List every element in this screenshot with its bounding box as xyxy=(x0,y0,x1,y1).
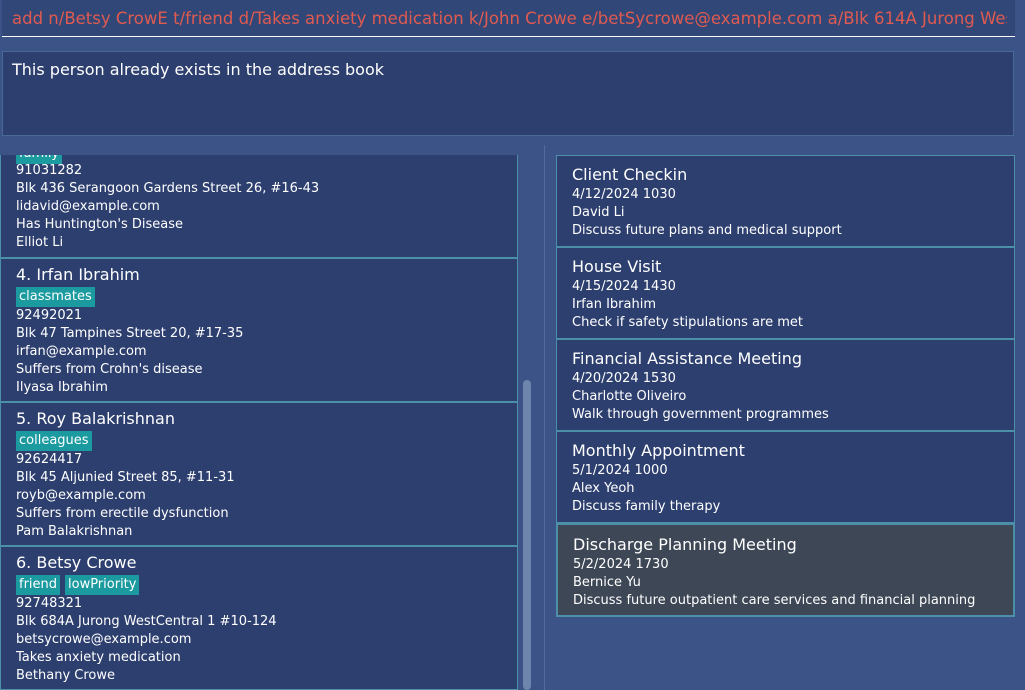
appointment-datetime: 5/1/2024 1000 xyxy=(572,463,668,478)
person-card[interactable]: family 91031282 Blk 436 Serangoon Garden… xyxy=(0,155,518,258)
person-tag: colleagues xyxy=(16,431,92,451)
person-description: Suffers from Crohn's disease xyxy=(16,362,203,377)
appointment-list[interactable]: Client Checkin 4/12/2024 1030 David Li D… xyxy=(556,155,1015,690)
person-tag: lowPriority xyxy=(65,575,140,595)
pane-divider[interactable] xyxy=(544,145,545,690)
person-email: irfan@example.com xyxy=(16,344,147,359)
person-next-of-kin: Elliot Li xyxy=(16,235,64,250)
person-name: 6. Betsy Crowe xyxy=(16,553,137,572)
appointment-person: Charlotte Oliveiro xyxy=(572,389,687,404)
appointment-card-selected[interactable]: Discharge Planning Meeting 5/2/2024 1730… xyxy=(556,523,1015,617)
person-name: 4. Irfan Ibrahim xyxy=(16,265,140,284)
person-name: 5. Roy Balakrishnan xyxy=(16,409,175,428)
appointment-card[interactable]: Monthly Appointment 5/1/2024 1000 Alex Y… xyxy=(556,431,1015,523)
appointment-description: Discuss future outpatient care services … xyxy=(573,593,976,608)
person-description: Suffers from erectile dysfunction xyxy=(16,506,229,521)
person-card[interactable]: 6. Betsy Crowe friend lowPriority 927483… xyxy=(0,546,518,690)
person-phone: 92492021 xyxy=(16,308,83,323)
appointment-description: Discuss future plans and medical support xyxy=(572,223,842,238)
appointment-card[interactable]: Financial Assistance Meeting 4/20/2024 1… xyxy=(556,339,1015,431)
appointment-description: Discuss family therapy xyxy=(572,499,721,514)
result-message: This person already exists in the addres… xyxy=(12,60,385,79)
person-email: lidavid@example.com xyxy=(16,199,160,214)
appointment-title: Financial Assistance Meeting xyxy=(572,349,802,368)
person-address: Blk 45 Aljunied Street 85, #11-31 xyxy=(16,470,235,485)
person-list-scrollbar[interactable] xyxy=(520,155,534,690)
appointment-person: Alex Yeoh xyxy=(572,481,635,496)
person-card[interactable]: 5. Roy Balakrishnan colleagues 92624417 … xyxy=(0,402,518,546)
appointment-card[interactable]: Client Checkin 4/12/2024 1030 David Li D… xyxy=(556,155,1015,247)
appointment-person: Irfan Ibrahim xyxy=(572,297,657,312)
person-next-of-kin: Ilyasa Ibrahim xyxy=(16,380,108,395)
person-phone: 92624417 xyxy=(16,452,83,467)
appointment-datetime: 4/20/2024 1530 xyxy=(572,371,676,386)
person-next-of-kin: Bethany Crowe xyxy=(16,668,116,683)
person-tag: classmates xyxy=(16,287,95,307)
person-card[interactable]: 4. Irfan Ibrahim classmates 92492021 Blk… xyxy=(0,258,518,402)
appointment-datetime: 5/2/2024 1730 xyxy=(573,557,669,572)
appointment-title: Client Checkin xyxy=(572,165,688,184)
appointment-description: Walk through government programmes xyxy=(572,407,829,422)
person-address: Blk 47 Tampines Street 20, #17-35 xyxy=(16,326,244,341)
scrollbar-thumb[interactable] xyxy=(523,380,531,690)
person-next-of-kin: Pam Balakrishnan xyxy=(16,524,133,539)
person-address: Blk 684A Jurong WestCentral 1 #10-124 xyxy=(16,614,277,629)
appointment-datetime: 4/15/2024 1430 xyxy=(572,279,676,294)
command-input[interactable]: add n/Betsy CrowE t/friend d/Takes anxie… xyxy=(12,8,1007,30)
appointment-person: David Li xyxy=(572,205,625,220)
command-box[interactable]: add n/Betsy CrowE t/friend d/Takes anxie… xyxy=(2,0,1015,37)
appointment-card[interactable]: House Visit 4/15/2024 1430 Irfan Ibrahim… xyxy=(556,247,1015,339)
person-list[interactable]: family 91031282 Blk 436 Serangoon Garden… xyxy=(0,155,537,690)
person-email: betsycrowe@example.com xyxy=(16,632,192,647)
person-address: Blk 436 Serangoon Gardens Street 26, #16… xyxy=(16,181,320,196)
person-tag: friend xyxy=(16,575,61,595)
appointment-title: House Visit xyxy=(572,257,662,276)
person-phone: 91031282 xyxy=(16,163,83,178)
appointment-description: Check if safety stipulations are met xyxy=(572,315,803,330)
person-phone: 92748321 xyxy=(16,596,83,611)
person-email: royb@example.com xyxy=(16,488,146,503)
appointment-datetime: 4/12/2024 1030 xyxy=(572,187,676,202)
person-description: Takes anxiety medication xyxy=(16,650,181,665)
appointment-title: Monthly Appointment xyxy=(572,441,745,460)
appointment-person: Bernice Yu xyxy=(573,575,641,590)
result-display: This person already exists in the addres… xyxy=(2,51,1014,136)
appointment-title: Discharge Planning Meeting xyxy=(573,535,797,554)
person-description: Has Huntington's Disease xyxy=(16,217,184,232)
